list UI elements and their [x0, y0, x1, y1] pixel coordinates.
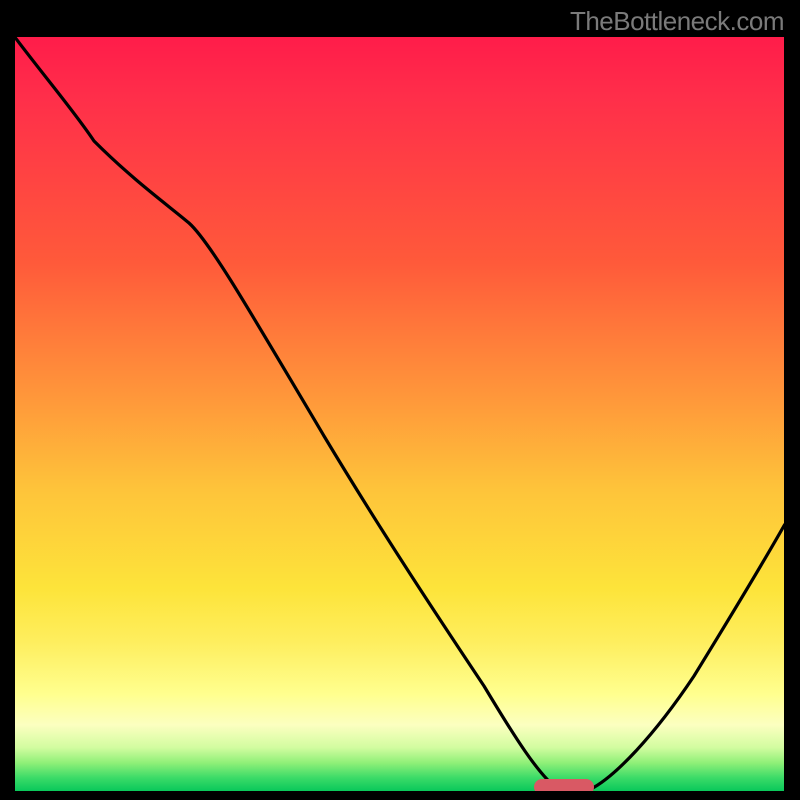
- frame-bottom: [14, 791, 787, 795]
- frame-right: [784, 33, 788, 795]
- frame-left: [11, 33, 15, 795]
- heat-gradient: [14, 36, 785, 793]
- attribution-text: TheBottleneck.com: [570, 6, 784, 37]
- chart-area: [14, 36, 785, 793]
